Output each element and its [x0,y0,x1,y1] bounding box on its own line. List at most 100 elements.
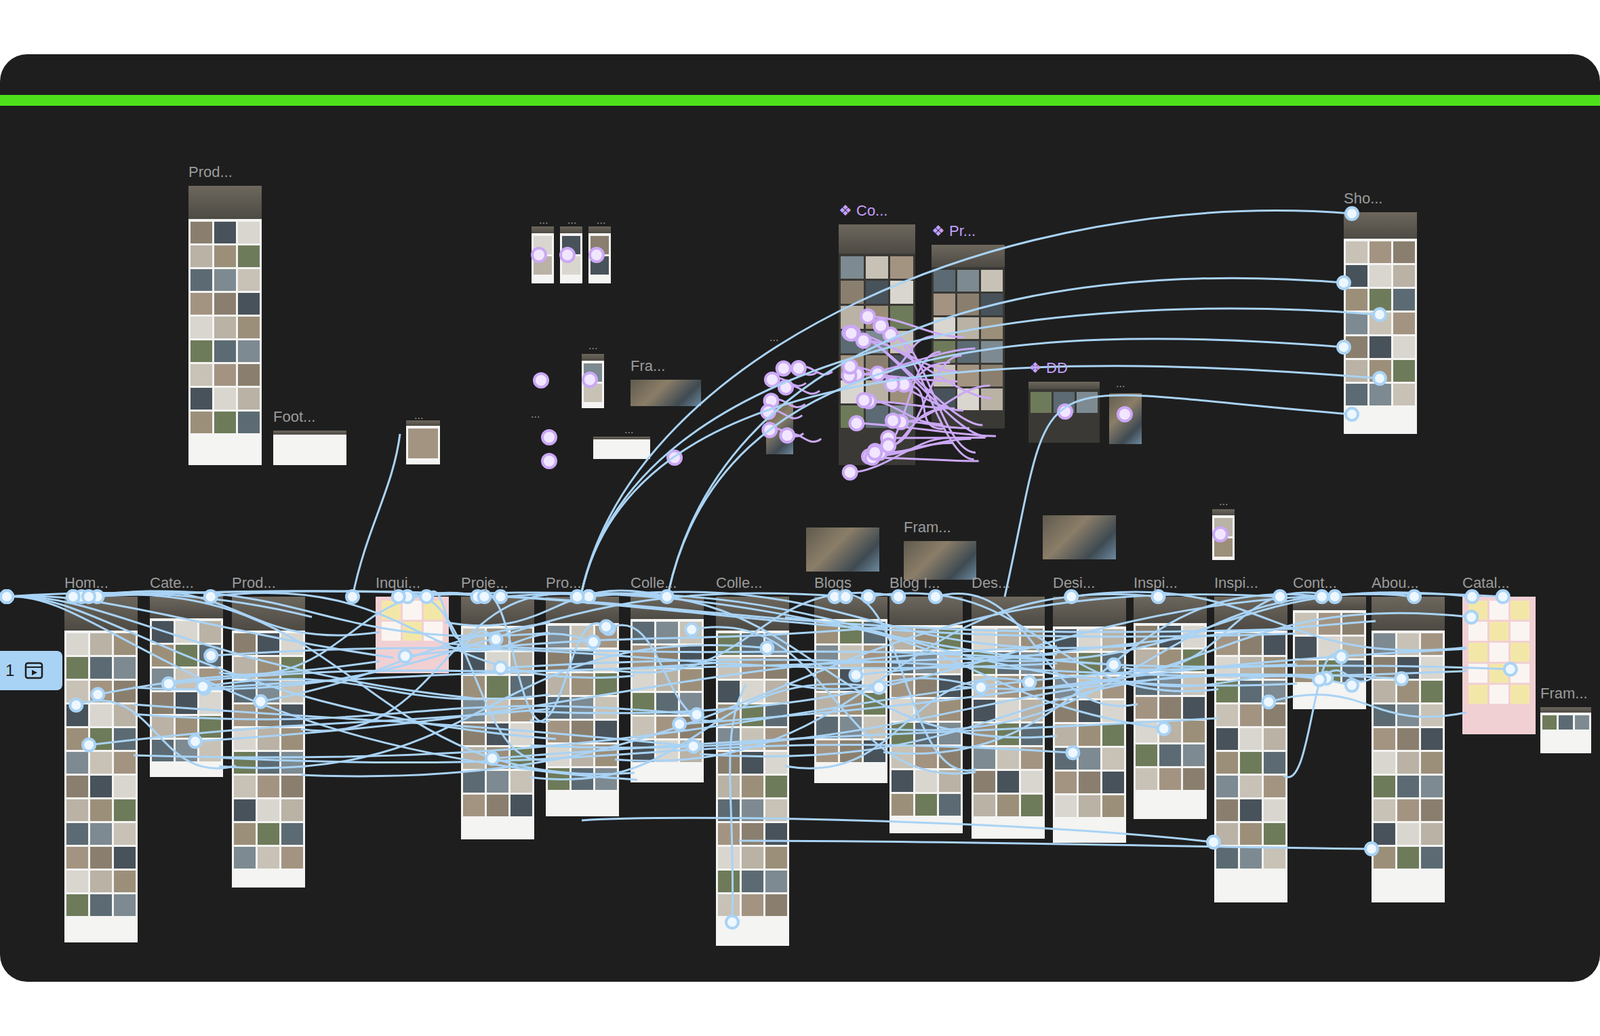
frame-label[interactable]: Colle... [715,573,763,593]
connection-dot[interactable] [0,590,13,603]
frame[interactable] [188,185,262,466]
connection-dot[interactable] [1465,590,1478,603]
frame[interactable] [231,596,306,888]
interaction-dot[interactable] [762,423,777,437]
thumbnail-frame[interactable] [531,226,554,284]
interaction-dot[interactable] [534,373,548,388]
thumbnail-frame[interactable] [1109,393,1142,445]
frame-label[interactable]: Prod... [231,573,276,593]
connection-dot[interactable] [1395,672,1408,685]
interaction-dot[interactable] [842,326,857,340]
connection-dot[interactable] [346,590,359,603]
connection-dot[interactable] [392,590,405,603]
connection-dot[interactable] [67,590,80,603]
frame[interactable] [1133,596,1207,819]
connection-dot[interactable] [1107,658,1120,672]
flow-starting-point[interactable]: 1 [0,650,63,691]
connection-dot[interactable] [0,590,13,603]
frame-label[interactable]: Des... [971,573,1011,593]
connection-dot[interactable] [1345,207,1358,220]
interaction-dot[interactable] [856,333,871,348]
frame-label[interactable]: ❖Pr... [931,221,976,241]
connection-dot[interactable] [582,590,595,603]
interaction-dot[interactable] [542,430,556,445]
connection-dot[interactable] [1065,590,1078,603]
frame[interactable] [1292,596,1367,710]
connection-dot[interactable] [1273,590,1287,603]
thumbnail-frame[interactable] [806,527,880,572]
connection-dot[interactable] [872,681,885,694]
frame-label[interactable]: Fram... [1540,684,1588,704]
connection-dot[interactable] [399,650,412,663]
connection-dot[interactable] [929,590,942,603]
interaction-dot[interactable] [1117,407,1132,422]
frame-label[interactable]: ❖DD [1028,358,1068,378]
connection-dot[interactable] [974,681,988,694]
connection-dot[interactable] [0,590,13,603]
thumbnail-frame[interactable] [560,226,583,284]
layer-label[interactable]: ... [1115,377,1125,390]
layer-label[interactable]: ... [1218,495,1228,508]
connection-dot[interactable] [1313,673,1326,686]
layer-label[interactable]: ... [414,409,424,422]
connection-dot[interactable] [204,649,217,662]
connection-dot[interactable] [1151,590,1165,603]
interaction-dot[interactable] [867,445,882,459]
frame-label[interactable]: Colle... [630,573,677,593]
connection-dot[interactable] [1334,650,1348,664]
connection-dot[interactable] [401,590,414,603]
connection-dot[interactable] [673,717,686,731]
interaction-dot[interactable] [894,415,908,430]
connection-dot[interactable] [690,708,704,721]
frame[interactable] [1371,596,1445,903]
interaction-dot[interactable] [764,393,779,408]
connection-dot[interactable] [839,590,852,603]
connection-dot[interactable] [196,680,209,693]
interaction-dot[interactable] [583,372,597,387]
interaction-dot[interactable] [761,405,775,419]
connection-dot[interactable] [82,738,95,752]
interaction-dot[interactable] [776,361,791,375]
connection-dot[interactable] [760,642,773,655]
connection-dot[interactable] [862,590,875,603]
prototype-canvas[interactable]: Prod...Foot...Sho...❖Co...❖Pr...❖DDFra..… [0,54,1600,982]
thumbnail-frame[interactable] [766,403,794,455]
connection-dot[interactable] [0,590,13,603]
thumbnail-frame[interactable] [1042,515,1116,560]
frame-label[interactable]: Fram... [903,517,952,537]
layer-label[interactable]: ... [588,339,598,352]
thumbnail-frame[interactable] [593,436,651,459]
interaction-dot[interactable] [881,438,895,453]
frame[interactable] [461,596,535,840]
interaction-dot[interactable] [842,368,857,383]
frame[interactable] [931,244,1005,429]
connection-dot[interactable] [1262,695,1275,708]
frame-label[interactable]: ❖Co... [838,201,888,221]
interaction-dot[interactable] [532,248,546,262]
frame[interactable] [1028,381,1100,443]
thumbnail-frame[interactable] [581,353,605,409]
connection-dot[interactable] [1023,675,1036,689]
interaction-dot[interactable] [844,326,858,341]
interaction-dot[interactable] [589,248,604,262]
interaction-dot[interactable] [849,416,864,430]
interaction-dot[interactable] [765,372,779,387]
layer-label[interactable]: ... [624,423,634,436]
interaction-dot[interactable] [862,449,876,464]
connection-dot[interactable] [1207,835,1220,849]
connection-dot[interactable] [82,590,95,603]
interaction-dot[interactable] [884,328,898,342]
layer-label[interactable]: ... [596,214,606,227]
frame[interactable] [971,596,1045,839]
connection-dot[interactable] [1066,746,1079,759]
connection-dot[interactable] [587,635,600,649]
interaction-dot[interactable] [780,428,794,443]
connection-dot[interactable] [849,669,862,682]
connection-dot[interactable] [582,590,595,603]
frame[interactable] [375,596,449,674]
frame-label[interactable]: Abou... [1371,573,1419,593]
connection-dot[interactable] [571,590,584,603]
layer-label[interactable]: ... [530,408,540,421]
connection-dot[interactable] [91,590,104,603]
frame-label[interactable]: Blogs [814,573,852,593]
